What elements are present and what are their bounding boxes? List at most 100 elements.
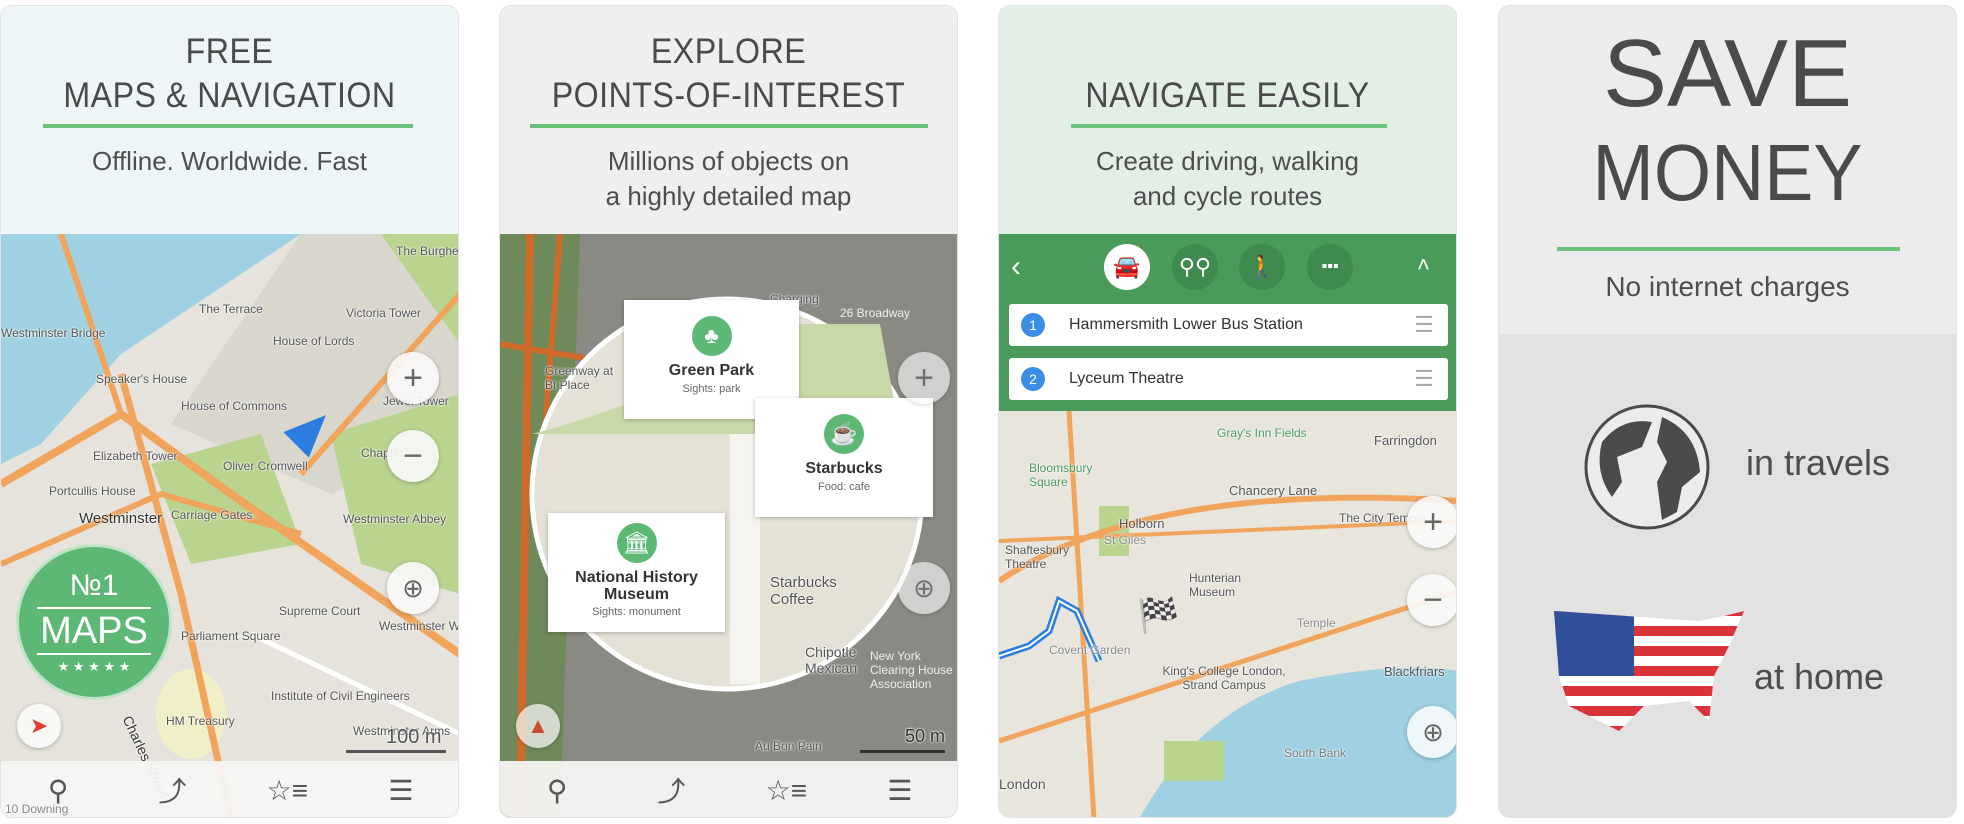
accent-divider xyxy=(530,124,928,128)
screenshot-panel-navigate: NAVIGATE EASILY Create driving, walking … xyxy=(998,5,1457,818)
coffee-icon: ☕ xyxy=(824,414,864,454)
zoom-out-button[interactable]: − xyxy=(387,430,439,482)
subtitle-line-1: Create driving, walking xyxy=(1095,146,1359,176)
title-line-1: EXPLORE xyxy=(650,32,807,71)
map-label: Blackfriars xyxy=(1384,664,1445,679)
zoom-in-button[interactable]: + xyxy=(1407,496,1456,548)
menu-icon[interactable]: ☰ xyxy=(880,774,920,807)
accent-divider xyxy=(1071,124,1387,128)
route-icon[interactable]: ⤴ xyxy=(651,770,691,810)
locate-button[interactable]: ⊕ xyxy=(898,562,950,614)
map-label: Westminster xyxy=(79,510,163,527)
globe-icon xyxy=(1584,404,1710,530)
map-label: Gray's Inn Fields xyxy=(1217,426,1307,440)
map-label: Shaftesbury Theatre xyxy=(1005,543,1070,571)
tree-icon: ♣ xyxy=(691,316,732,356)
compass-button[interactable]: ➤ xyxy=(17,704,61,748)
finish-flag-icon: 🏁 xyxy=(1137,597,1180,635)
panel-header: FREE MAPS & NAVIGATION Offline. Worldwid… xyxy=(1,6,458,234)
title-line-1: FREE xyxy=(185,32,274,71)
back-button[interactable]: ‹ xyxy=(1011,250,1021,284)
favorites-icon[interactable]: ☆≡ xyxy=(766,774,807,807)
map-label: House of Lords xyxy=(273,334,355,348)
zoom-out-button[interactable]: − xyxy=(1407,574,1456,626)
zoom-in-button[interactable]: + xyxy=(898,352,950,404)
poi-card-starbucks[interactable]: ☕ Starbucks Food: cafe xyxy=(755,398,933,517)
map-label: Oliver Cromwell xyxy=(223,459,308,473)
subtitle-line-1: Millions of objects on xyxy=(607,146,850,176)
favorites-icon[interactable]: ☆≡ xyxy=(267,774,308,807)
waypoint-name: Hammersmith Lower Bus Station xyxy=(1069,316,1303,333)
title-line-2: MONEY xyxy=(1592,128,1863,217)
locate-button[interactable]: ⊕ xyxy=(387,562,439,614)
waypoint-row[interactable]: 2 Lyceum Theatre ☰ xyxy=(1009,358,1448,400)
map-label: Bloomsbury Square xyxy=(1029,461,1093,489)
car-icon[interactable]: 🚘 xyxy=(1104,244,1150,290)
scale-bar xyxy=(860,750,945,753)
collapse-button[interactable]: ˄ xyxy=(1417,252,1430,278)
title-line-2: MAPS & NAVIGATION xyxy=(63,76,396,115)
poi-category: Sights: park xyxy=(682,383,741,395)
poi-card-museum[interactable]: 🏛 National History Museum Sights: monume… xyxy=(548,513,725,632)
waypoint-row[interactable]: 1 Hammersmith Lower Bus Station ☰ xyxy=(1009,304,1448,346)
map-label: New York Clearing House Association xyxy=(870,649,953,691)
waypoint-name: Lyceum Theatre xyxy=(1069,370,1184,387)
title: NAVIGATE EASILY xyxy=(1085,76,1370,115)
walk-icon[interactable]: 🚶 xyxy=(1239,244,1285,290)
map-view[interactable]: Charging 26 Broadway Greenway at Bt Plac… xyxy=(500,234,957,817)
map-label: Institute of Civil Engineers xyxy=(271,689,410,703)
scale-label: 100 m xyxy=(386,726,442,748)
benefits-section: in travels at home xyxy=(1499,334,1956,817)
map-label: Chancery Lane xyxy=(1229,483,1318,498)
search-icon[interactable]: ⚲ xyxy=(537,774,577,807)
waypoint-number: 1 xyxy=(1021,313,1045,337)
locate-button[interactable]: ⊕ xyxy=(1407,706,1456,758)
menu-icon[interactable]: ☰ xyxy=(381,774,421,807)
map-label: Elizabeth Tower xyxy=(93,449,178,463)
no1-maps-badge: №1 MAPS ★ ★ ★ ★ ★ xyxy=(16,544,172,700)
subtitle-line-2: and cycle routes xyxy=(1132,181,1323,211)
map-label: London xyxy=(999,776,1046,792)
map-label: Chipotle Mexican xyxy=(805,644,858,676)
map-label: The Terrace xyxy=(199,302,263,316)
museum-icon: 🏛 xyxy=(616,523,657,563)
drag-handle-icon[interactable]: ☰ xyxy=(1414,312,1434,338)
map-label: Westminster Abbey xyxy=(343,512,447,526)
bottom-toolbar: ⚲ ⤴ ☆≡ ☰ xyxy=(500,761,957,817)
map-label: Farringdon xyxy=(1374,433,1437,448)
taxi-icon[interactable]: ▪▪▪ xyxy=(1307,244,1353,290)
map-label: HM Treasury xyxy=(166,714,235,728)
zoom-in-button[interactable]: + xyxy=(387,352,439,404)
badge-text: MAPS xyxy=(37,607,151,655)
map-view[interactable]: Gray's Inn Fields Farringdon Bloomsbury … xyxy=(999,411,1456,817)
map-label: Westminster Bridge xyxy=(1,326,106,340)
map-label: Starbucks Coffee xyxy=(770,574,837,608)
poi-category: Food: cafe xyxy=(818,481,870,493)
poi-name: Green Park xyxy=(668,362,755,379)
map-label: Victoria Tower xyxy=(346,306,421,320)
route-icon[interactable]: ⤴ xyxy=(152,770,192,810)
screenshot-panel-explore-poi: EXPLORE POINTS-OF-INTEREST Millions of o… xyxy=(499,5,958,818)
map-label: Greenway at Bt Place xyxy=(545,364,614,392)
screenshot-panel-save-money: SAVE MONEY No internet charges in travel… xyxy=(1498,5,1957,818)
benefit-at-home: at home xyxy=(1754,656,1885,697)
map-label: St Giles xyxy=(1104,533,1147,547)
title-line-1: SAVE xyxy=(1603,20,1852,127)
subtitle: Offline. Worldwide. Fast xyxy=(91,146,368,176)
route-toolbar: ‹ 🚘 ⚲⚲ 🚶 ▪▪▪ ˄ 1 Hammersmith Lower Bus S… xyxy=(999,234,1456,411)
drag-handle-icon[interactable]: ☰ xyxy=(1414,366,1434,392)
map-label: Hunterian Museum xyxy=(1189,571,1242,599)
screenshot-panel-free-maps: FREE MAPS & NAVIGATION Offline. Worldwid… xyxy=(0,5,459,818)
map-label: Parliament Square xyxy=(181,629,281,643)
map-label: Au Bon Pain xyxy=(755,739,822,753)
title-line-2: POINTS-OF-INTEREST xyxy=(551,76,906,115)
benefit-in-travels: in travels xyxy=(1746,442,1891,483)
usa-flag-map-icon xyxy=(1554,611,1744,731)
map-label: Temple xyxy=(1297,616,1336,630)
poi-name: Starbucks xyxy=(805,460,883,477)
subtitle-line-2: a highly detailed map xyxy=(605,181,852,211)
map-view[interactable]: The Burghers Of Calais The Terrace Victo… xyxy=(1,234,458,817)
bicycle-icon[interactable]: ⚲⚲ xyxy=(1172,244,1218,290)
accent-divider xyxy=(1557,247,1900,251)
compass-button[interactable]: ▲ xyxy=(516,704,560,748)
